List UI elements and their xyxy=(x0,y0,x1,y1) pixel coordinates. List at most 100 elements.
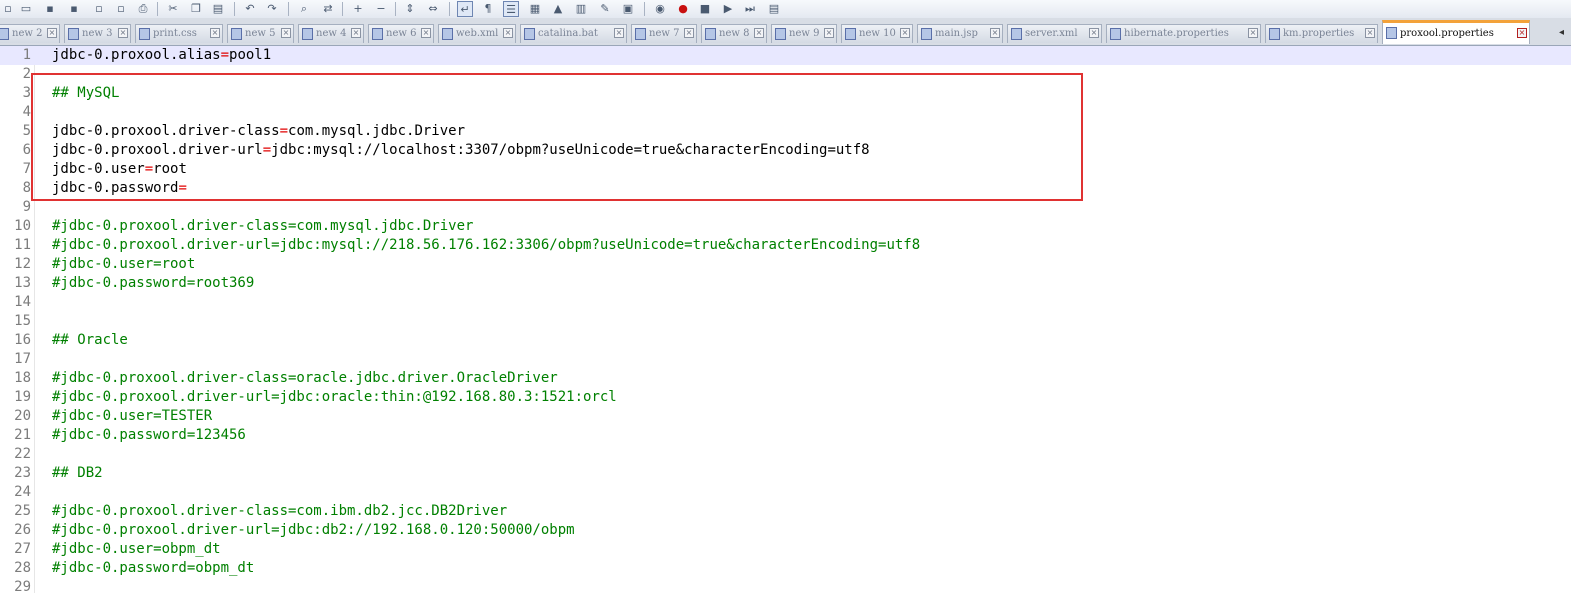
monitor-icon[interactable]: ▣ xyxy=(620,1,636,17)
close-tab-icon[interactable]: × xyxy=(210,28,220,38)
cut-icon[interactable]: ✂ xyxy=(165,1,181,17)
code-line[interactable]: 10 #jdbc-0.proxool.driver-class=com.mysql… xyxy=(0,217,1571,236)
copy-icon[interactable]: ❐ xyxy=(188,1,204,17)
close-tab-icon[interactable]: × xyxy=(503,28,513,38)
tab-main-jsp[interactable]: main.jsp × xyxy=(917,24,1003,43)
code-line[interactable]: 12 #jdbc-0.user=root xyxy=(0,255,1571,274)
tab-server-xml[interactable]: server.xml × xyxy=(1007,24,1102,43)
code-line[interactable]: 27 #jdbc-0.user=obpm_dt xyxy=(0,540,1571,559)
code-line[interactable]: 22 xyxy=(0,445,1571,464)
tab-web-xml[interactable]: web.xml × xyxy=(438,24,516,43)
sync-vertical-icon[interactable]: ⇕ xyxy=(402,1,418,17)
save-all-icon[interactable]: ▪ xyxy=(66,1,82,17)
close-tab-icon[interactable]: × xyxy=(351,28,361,38)
code-line[interactable]: 17 xyxy=(0,350,1571,369)
code-line[interactable]: 25 #jdbc-0.proxool.driver-class=com.ibm.d… xyxy=(0,502,1571,521)
code-line[interactable]: 16 ## Oracle xyxy=(0,331,1571,350)
code-line[interactable]: 20 #jdbc-0.user=TESTER xyxy=(0,407,1571,426)
save-icon[interactable]: ▪ xyxy=(42,1,58,17)
tab-new-9[interactable]: new 9 × xyxy=(771,24,837,43)
close-tab-icon[interactable]: × xyxy=(824,28,834,38)
tab-new-3[interactable]: new 3 × xyxy=(64,24,131,43)
record-macro-icon[interactable]: ● xyxy=(675,1,691,17)
code-line[interactable]: 7 jdbc-0.user=root xyxy=(0,160,1571,179)
tab-proxool-properties[interactable]: proxool.properties × xyxy=(1382,20,1530,44)
tab-catalina-bat[interactable]: catalina.bat × xyxy=(520,24,627,43)
close-all-icon[interactable]: ▫ xyxy=(113,1,129,17)
code-line[interactable]: 15 xyxy=(0,312,1571,331)
close-tab-icon[interactable]: × xyxy=(47,28,57,38)
close-tab-icon[interactable]: × xyxy=(1248,28,1258,38)
code-line[interactable]: 28 #jdbc-0.password=obpm_dt xyxy=(0,559,1571,578)
find-icon[interactable]: ⌕ xyxy=(296,1,312,17)
folder-workspace-icon[interactable]: ▥ xyxy=(573,1,589,17)
close-tab-icon[interactable]: × xyxy=(1365,28,1375,38)
run-macro-multiple-icon[interactable]: ⏭ xyxy=(742,1,758,17)
code-line[interactable]: 21 #jdbc-0.password=123456 xyxy=(0,426,1571,445)
close-tab-icon[interactable]: × xyxy=(421,28,431,38)
editor-area[interactable]: 1 jdbc-0.proxool.alias=pool1 2 3 ## MySQL 4 5 j… xyxy=(0,46,1571,595)
tab-new-8[interactable]: new 8 × xyxy=(701,24,767,43)
code-line[interactable]: 23 ## DB2 xyxy=(0,464,1571,483)
tab-new-2[interactable]: new 2 × xyxy=(0,24,60,43)
tab-new-5[interactable]: new 5 × xyxy=(227,24,294,43)
redo-icon[interactable]: ↷ xyxy=(264,1,280,17)
code-line[interactable]: 6 jdbc-0.proxool.driver-url=jdbc:mysql://… xyxy=(0,141,1571,160)
tab-scroll-left-icon[interactable]: ◂ xyxy=(1552,24,1571,42)
file-icon xyxy=(139,28,150,40)
code-line[interactable]: 19 #jdbc-0.proxool.driver-url=jdbc:oracle… xyxy=(0,388,1571,407)
close-tab-icon[interactable]: × xyxy=(684,28,694,38)
save-macro-icon[interactable]: ▤ xyxy=(766,1,782,17)
user-lang-icon[interactable]: ▦ xyxy=(527,1,543,17)
tab-new-6[interactable]: new 6 × xyxy=(368,24,434,43)
tab-new-10[interactable]: new 10 × xyxy=(841,24,913,43)
zoom-in-icon[interactable]: + xyxy=(350,1,366,17)
open-file-icon[interactable]: ▭ xyxy=(18,1,34,17)
tab-label: new 5 xyxy=(245,28,276,39)
code-line[interactable]: 26 #jdbc-0.proxool.driver-url=jdbc:db2://… xyxy=(0,521,1571,540)
show-all-chars-icon[interactable]: ¶ xyxy=(480,1,496,17)
code-line[interactable]: 14 xyxy=(0,293,1571,312)
code-line[interactable]: 1 jdbc-0.proxool.alias=pool1 xyxy=(0,46,1571,65)
sync-horizontal-icon[interactable]: ⇔ xyxy=(425,1,441,17)
tab-new-7[interactable]: new 7 × xyxy=(631,24,697,43)
assignment-operator: = xyxy=(262,142,272,158)
word-wrap-icon[interactable]: ↵ xyxy=(457,1,473,17)
eye-icon[interactable]: ◉ xyxy=(652,1,668,17)
close-tab-icon[interactable]: × xyxy=(118,28,128,38)
close-tab-icon[interactable]: × xyxy=(1517,28,1527,38)
paste-icon[interactable]: ▤ xyxy=(210,1,226,17)
code-line[interactable]: 11 #jdbc-0.proxool.driver-url=jdbc:mysql:… xyxy=(0,236,1571,255)
code-line[interactable]: 4 xyxy=(0,103,1571,122)
code-line[interactable]: 9 xyxy=(0,198,1571,217)
zoom-out-icon[interactable]: − xyxy=(373,1,389,17)
code-line[interactable]: 18 #jdbc-0.proxool.driver-class=oracle.jd… xyxy=(0,369,1571,388)
print-icon[interactable]: ⎙ xyxy=(135,1,151,17)
code-line[interactable]: 13 #jdbc-0.password=root369 xyxy=(0,274,1571,293)
tab-print-css[interactable]: print.css × xyxy=(135,24,223,43)
indent-guide-icon[interactable]: ☰ xyxy=(503,1,519,17)
close-tab-icon[interactable]: × xyxy=(754,28,764,38)
close-icon[interactable]: ▫ xyxy=(91,1,107,17)
code-line[interactable]: 5 jdbc-0.proxool.driver-class=com.mysql.j… xyxy=(0,122,1571,141)
undo-icon[interactable]: ↶ xyxy=(242,1,258,17)
stop-macro-icon[interactable]: ■ xyxy=(697,1,713,17)
code-line[interactable]: 8 jdbc-0.password= xyxy=(0,179,1571,198)
close-tab-icon[interactable]: × xyxy=(614,28,624,38)
replace-icon[interactable]: ⇄ xyxy=(320,1,336,17)
new-file-icon[interactable]: ▫ xyxy=(0,1,16,17)
close-tab-icon[interactable]: × xyxy=(1089,28,1099,38)
close-tab-icon[interactable]: × xyxy=(900,28,910,38)
doc-map-icon[interactable]: ✎ xyxy=(597,1,613,17)
function-list-icon[interactable]: ▲ xyxy=(550,1,566,17)
code-line[interactable]: 24 xyxy=(0,483,1571,502)
tab-km-properties[interactable]: km.properties × xyxy=(1265,24,1378,43)
tab-new-4[interactable]: new 4 × xyxy=(298,24,364,43)
code-line[interactable]: 2 xyxy=(0,65,1571,84)
code-line[interactable]: 29 xyxy=(0,578,1571,597)
tab-hibernate-properties[interactable]: hibernate.properties × xyxy=(1106,24,1261,43)
close-tab-icon[interactable]: × xyxy=(281,28,291,38)
close-tab-icon[interactable]: × xyxy=(990,28,1000,38)
play-macro-icon[interactable]: ▶ xyxy=(720,1,736,17)
code-line[interactable]: 3 ## MySQL xyxy=(0,84,1571,103)
